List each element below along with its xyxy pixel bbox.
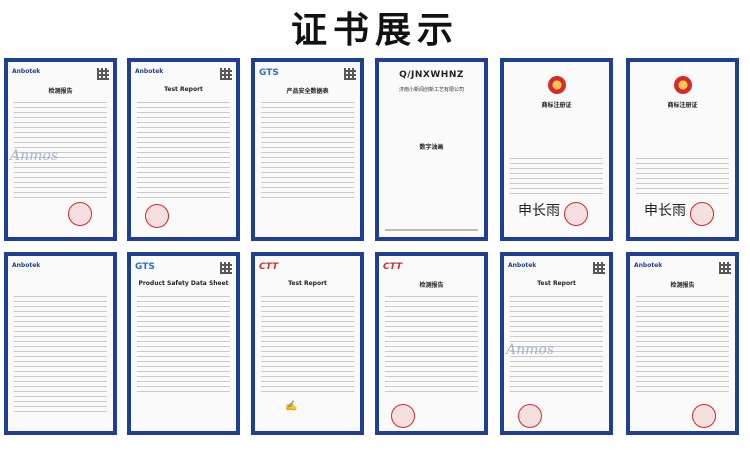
red-seal-icon <box>391 404 415 428</box>
certificate-card[interactable]: GTS Product Safety Data Sheet <box>127 252 240 435</box>
product-name: 数字油画 <box>419 144 444 151</box>
certificate-page: 商标注册证 申长雨 <box>630 62 735 237</box>
certificate-card[interactable]: Anbotek <box>4 252 117 435</box>
document-text-lines <box>636 154 729 194</box>
national-emblem-icon <box>673 76 692 94</box>
certificate-row-2: Anbotek GTS Product Safety Data Sheet CT… <box>0 252 750 437</box>
document-title: 产品安全数据表 <box>286 88 329 95</box>
document-text-lines <box>510 154 603 194</box>
certificate-card[interactable]: CTT Test Report ✍ <box>251 252 364 435</box>
watermark: Anmos <box>10 148 59 164</box>
document-title: 商标注册证 <box>541 102 572 109</box>
qr-code-icon <box>719 262 731 274</box>
signature: 申长雨 <box>518 203 560 219</box>
divider <box>385 229 478 231</box>
qr-code-icon <box>344 68 356 80</box>
document-title: Product Safety Data Sheet <box>138 280 229 287</box>
qr-code-icon <box>220 262 232 274</box>
lab-logo: Anbotek <box>12 262 41 269</box>
lab-logo: Anbotek <box>508 262 537 269</box>
document-title: 商标注册证 <box>667 102 698 109</box>
signature: ✍ <box>285 401 298 412</box>
document-title: Test Report <box>537 280 576 287</box>
qr-code-icon <box>220 68 232 80</box>
certificate-card[interactable]: Anbotek Test Report <box>127 58 240 241</box>
national-emblem-icon <box>547 76 566 94</box>
certificate-page: GTS Product Safety Data Sheet <box>131 256 236 431</box>
document-text-lines <box>261 98 354 198</box>
lab-logo: GTS <box>259 68 279 78</box>
document-title: Test Report <box>164 86 203 93</box>
document-title: Test Report <box>288 280 327 287</box>
certificate-page: GTS 产品安全数据表 <box>255 62 360 237</box>
red-seal-icon <box>68 202 92 226</box>
certificate-card[interactable]: GTS 产品安全数据表 <box>251 58 364 241</box>
certificate-page: Anbotek <box>8 256 113 431</box>
document-text-lines <box>137 292 230 392</box>
lab-logo: CTT <box>259 262 279 272</box>
signature: 申长雨 <box>644 203 686 219</box>
lab-logo: Anbotek <box>12 68 41 75</box>
company-name: 济南小新闻创新工艺有限公司 <box>398 87 464 93</box>
page-title: 证书展示 <box>290 9 459 51</box>
lab-logo: CTT <box>383 262 403 272</box>
red-seal-icon <box>692 404 716 428</box>
certificate-page: CTT 检测报告 <box>379 256 484 431</box>
document-text-lines <box>636 292 729 392</box>
certificate-card[interactable]: 商标注册证 申长雨 <box>500 58 613 241</box>
document-text-lines <box>261 292 354 392</box>
certificate-page: Anbotek 检测报告 <box>630 256 735 431</box>
red-seal-icon <box>518 404 542 428</box>
certificate-card[interactable]: CTT 检测报告 <box>375 252 488 435</box>
document-text-lines <box>14 292 107 412</box>
certificate-page: 商标注册证 申长雨 <box>504 62 609 237</box>
certificate-page: CTT Test Report ✍ <box>255 256 360 431</box>
certificate-page: Q/JNXWHNZ 济南小新闻创新工艺有限公司 数字油画 <box>379 62 484 237</box>
lab-logo: Anbotek <box>135 68 164 75</box>
certificate-row-1: Anbotek 检测报告 Anmos Anbotek Test Report G… <box>0 58 750 243</box>
certificate-card[interactable]: Anbotek 检测报告 <box>626 252 739 435</box>
certificate-card[interactable]: Anbotek Test Report Anmos <box>500 252 613 435</box>
document-title: 检测报告 <box>419 282 444 289</box>
red-seal-icon <box>145 204 169 228</box>
certificate-card[interactable]: 商标注册证 申长雨 <box>626 58 739 241</box>
document-text-lines <box>137 98 230 198</box>
certificate-card[interactable]: Anbotek 检测报告 Anmos <box>4 58 117 241</box>
lab-logo: Anbotek <box>634 262 663 269</box>
standard-number: Q/JNXWHNZ <box>399 70 464 80</box>
red-seal-icon <box>690 202 714 226</box>
qr-code-icon <box>593 262 605 274</box>
certificate-card[interactable]: Q/JNXWHNZ 济南小新闻创新工艺有限公司 数字油画 <box>375 58 488 241</box>
lab-logo: GTS <box>135 262 155 272</box>
document-text-lines <box>385 292 478 392</box>
qr-code-icon <box>97 68 109 80</box>
watermark: Anmos <box>506 342 555 358</box>
red-seal-icon <box>564 202 588 226</box>
document-title: 检测报告 <box>48 88 73 95</box>
certificate-page: Anbotek 检测报告 Anmos <box>8 62 113 237</box>
document-title: 检测报告 <box>670 282 695 289</box>
certificate-page: Anbotek Test Report <box>131 62 236 237</box>
certificate-page: Anbotek Test Report Anmos <box>504 256 609 431</box>
